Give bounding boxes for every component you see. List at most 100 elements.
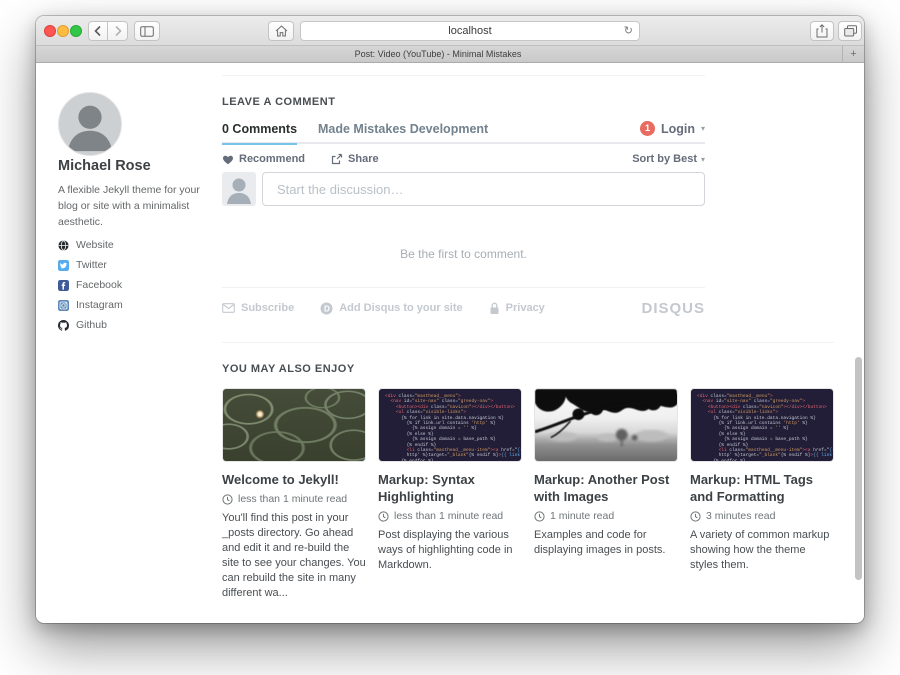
share-button[interactable] — [810, 21, 834, 41]
twitter-icon — [58, 260, 69, 271]
privacy-label: Privacy — [506, 302, 545, 314]
url-text: localhost — [301, 25, 639, 37]
disqus-actions-row: Recommend Share Sort by Best ▾ — [222, 151, 705, 167]
instagram-icon — [58, 300, 69, 311]
add-disqus-label: Add Disqus to your site — [339, 302, 462, 314]
forward-button[interactable] — [108, 21, 128, 41]
refresh-icon[interactable]: ↻ — [624, 24, 633, 37]
tabs-overview-icon — [844, 25, 857, 37]
post-thumbnail-moss — [222, 388, 366, 462]
chevron-down-icon: ▾ — [701, 124, 705, 133]
svg-text:D: D — [324, 304, 330, 313]
facebook-icon — [58, 280, 69, 291]
page-content: Michael Rose A flexible Jekyll theme for… — [36, 63, 864, 622]
sidebar-link-instagram[interactable]: Instagram — [58, 295, 218, 315]
related-post-card[interactable]: <div class="masthead__menu"> <nav id="si… — [690, 388, 834, 601]
subscribe-label: Subscribe — [241, 302, 294, 314]
composer-avatar — [222, 172, 256, 206]
code-screenshot: <div class="masthead__menu"> <nav id="si… — [379, 389, 521, 461]
post-title[interactable]: Markup: Another Post with Images — [534, 471, 678, 505]
login-menu[interactable]: 1 Login ▾ — [640, 121, 705, 136]
close-window-button[interactable] — [44, 25, 56, 37]
author-bio: A flexible Jekyll theme for your blog or… — [58, 182, 210, 230]
post-title[interactable]: Welcome to Jekyll! — [222, 471, 366, 488]
tab-comment-count[interactable]: 0 Comments — [222, 122, 297, 145]
notification-badge: 1 — [640, 121, 655, 136]
read-time: 1 minute read — [550, 510, 614, 522]
related-section-heading: YOU MAY ALSO ENJOY — [222, 363, 355, 375]
comment-input[interactable] — [262, 172, 705, 206]
post-meta: less than 1 minute read — [378, 510, 522, 522]
sidebar-link-github[interactable]: Github — [58, 315, 218, 335]
active-tab-title[interactable]: Post: Video (YouTube) - Minimal Mistakes — [36, 49, 840, 59]
post-thumbnail-fog — [534, 388, 678, 462]
link-label: Instagram — [76, 299, 123, 311]
sidebar-link-facebook[interactable]: Facebook — [58, 275, 218, 295]
related-posts-grid: Welcome to Jekyll! less than 1 minute re… — [222, 388, 834, 601]
home-icon — [275, 25, 288, 37]
moss-photo — [223, 389, 365, 461]
disqus-d-icon: D — [320, 302, 333, 315]
community-link[interactable]: Made Mistakes Development — [318, 122, 488, 136]
related-post-card[interactable]: Welcome to Jekyll! less than 1 minute re… — [222, 388, 366, 601]
empty-comments-message: Be the first to comment. — [222, 247, 705, 261]
disqus-wordmark[interactable]: DISQUS — [641, 300, 705, 317]
home-button[interactable] — [268, 21, 294, 41]
disqus-divider — [222, 287, 705, 288]
post-thumbnail-code: <div class="masthead__menu"> <nav id="si… — [378, 388, 522, 462]
post-title[interactable]: Markup: Syntax Highlighting — [378, 471, 522, 505]
post-excerpt: A variety of common markup showing how t… — [690, 528, 834, 573]
disqus-tabs: 0 Comments Made Mistakes Development 1 L… — [222, 120, 705, 144]
related-post-card[interactable]: Markup: Another Post with Images 1 minut… — [534, 388, 678, 601]
show-all-tabs-button[interactable] — [838, 21, 862, 41]
chevron-right-icon — [113, 25, 123, 37]
browser-titlebar: localhost ↻ — [36, 16, 864, 46]
post-excerpt: You'll find this post in your _posts dir… — [222, 511, 366, 601]
new-tab-button[interactable]: + — [842, 46, 864, 63]
scrollbar[interactable] — [855, 357, 862, 580]
lock-icon — [489, 302, 500, 315]
post-excerpt: Post displaying the various ways of high… — [378, 528, 522, 573]
link-label: Twitter — [76, 259, 107, 271]
subscribe-link[interactable]: Subscribe — [222, 302, 294, 314]
back-button[interactable] — [88, 21, 108, 41]
tab-bar: Post: Video (YouTube) - Minimal Mistakes… — [36, 46, 864, 63]
sidebar-toggle-button[interactable] — [134, 21, 160, 41]
sidebar-link-twitter[interactable]: Twitter — [58, 255, 218, 275]
related-post-card[interactable]: <div class="masthead__menu"> <nav id="si… — [378, 388, 522, 601]
browser-window: localhost ↻ Post: Video (YouTube) - Mini… — [36, 16, 864, 623]
login-label: Login — [661, 122, 695, 136]
person-silhouette-icon — [59, 93, 121, 155]
content-top-divider — [222, 75, 705, 76]
globe-icon — [58, 240, 69, 251]
post-meta: less than 1 minute read — [222, 493, 366, 505]
chevron-left-icon — [93, 25, 103, 37]
post-meta: 1 minute read — [534, 510, 678, 522]
zoom-window-button[interactable] — [70, 25, 82, 37]
read-time: 3 minutes read — [706, 510, 775, 522]
code-screenshot: <div class="masthead__menu"> <nav id="si… — [691, 389, 833, 461]
read-time: less than 1 minute read — [238, 493, 347, 505]
chevron-down-icon: ▾ — [701, 155, 705, 164]
address-bar[interactable]: localhost ↻ — [300, 21, 640, 41]
heart-icon — [222, 154, 234, 165]
sidebar-link-website[interactable]: Website — [58, 235, 218, 255]
sort-menu[interactable]: Sort by Best ▾ — [632, 153, 705, 165]
share-discussion-button[interactable]: Share — [331, 153, 379, 165]
recommend-label: Recommend — [239, 153, 305, 165]
disqus-footer: Subscribe D Add Disqus to your site Priv… — [222, 297, 705, 319]
share-label: Share — [348, 153, 379, 165]
minimize-window-button[interactable] — [57, 25, 69, 37]
sidebar-icon — [140, 26, 154, 37]
clock-icon — [534, 511, 545, 522]
author-avatar — [58, 92, 122, 156]
recommend-button[interactable]: Recommend — [222, 153, 305, 165]
post-title[interactable]: Markup: HTML Tags and Formatting — [690, 471, 834, 505]
author-name: Michael Rose — [58, 158, 233, 174]
add-disqus-link[interactable]: D Add Disqus to your site — [320, 302, 462, 315]
privacy-link[interactable]: Privacy — [489, 302, 545, 315]
history-nav-group — [88, 21, 128, 41]
github-icon — [58, 320, 69, 331]
comments-section-heading: LEAVE A COMMENT — [222, 96, 335, 108]
clock-icon — [378, 511, 389, 522]
